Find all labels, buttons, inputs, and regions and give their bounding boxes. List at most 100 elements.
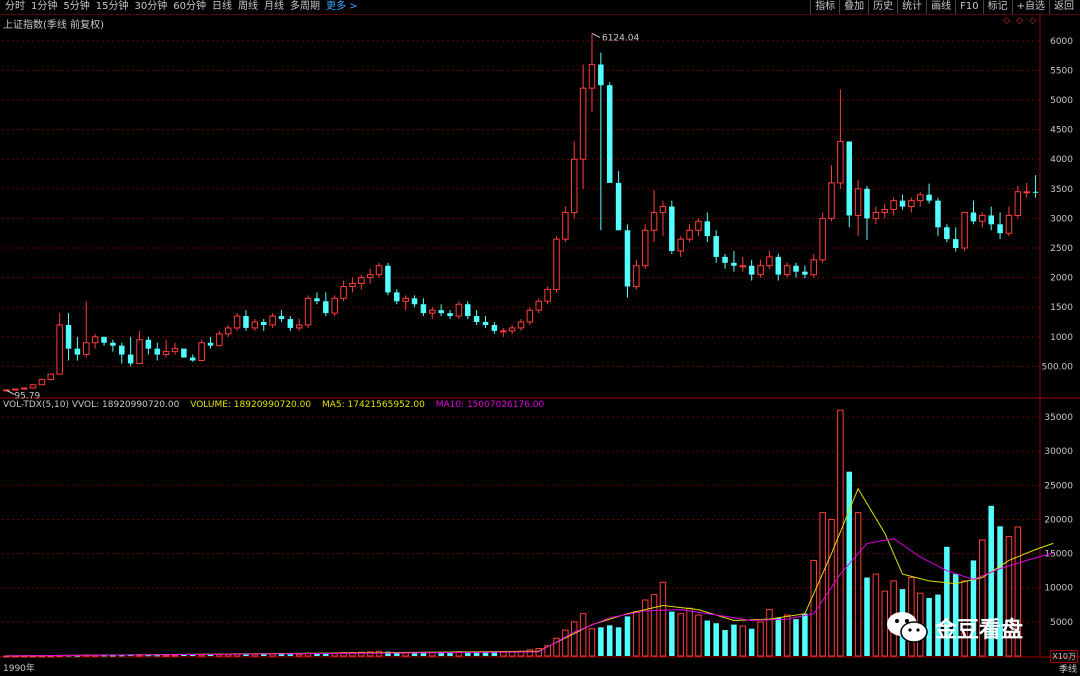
candle-body (677, 238, 684, 252)
kline-chart[interactable]: 500.00 1000 1500 2000 2500 3000 3500 4000 4500 50… (0, 0, 1080, 676)
candle-body (1023, 191, 1030, 194)
volume-bar (411, 653, 418, 656)
volume-bar (287, 654, 294, 656)
candle-body (686, 229, 693, 240)
candle-body (181, 348, 187, 358)
candle-body (340, 285, 347, 299)
price-tick-label: 2000 (1050, 274, 1073, 284)
volume-bar (615, 627, 622, 656)
candle-body (366, 274, 374, 279)
candle-body (908, 200, 915, 208)
candle-body (988, 215, 994, 225)
volume-bar (420, 652, 427, 656)
candle-body (837, 140, 844, 184)
volume-bar (633, 611, 640, 657)
candle-body (553, 238, 560, 290)
volume-bar (402, 652, 409, 657)
volume-bar (260, 654, 267, 656)
candle-body (127, 354, 134, 364)
watermark: 金豆看盘 (885, 610, 1023, 646)
candle-body (615, 182, 622, 231)
candle-body (189, 357, 196, 361)
candle-body (411, 298, 418, 305)
volume-bar (775, 617, 782, 656)
volume-bar (491, 652, 498, 656)
candle-body (251, 321, 259, 329)
candle-body (793, 265, 799, 272)
volume-bar (659, 581, 667, 657)
volume-bar (686, 607, 693, 657)
candle-body (802, 271, 808, 275)
candle-body (970, 212, 977, 222)
candle-body (916, 194, 924, 202)
candle-body (29, 384, 37, 389)
high-marker (591, 33, 601, 38)
volume-bar (429, 652, 436, 657)
volume-bar (251, 653, 259, 657)
candle-body (20, 387, 28, 390)
candle-body (526, 309, 534, 323)
price-tick-label: 4500 (1050, 126, 1073, 136)
candle-body (624, 230, 631, 287)
volume-bar (162, 654, 170, 657)
volume-bar (766, 609, 773, 657)
candle-body (854, 188, 862, 216)
price-tick-label: 3000 (1050, 214, 1073, 224)
candle-body (659, 206, 667, 213)
price-tick-label: 1500 (1050, 303, 1073, 313)
candle-body (110, 342, 116, 346)
volume-bar (562, 629, 569, 657)
candle-body (757, 265, 764, 276)
candle-body (926, 194, 932, 201)
candle-body (331, 297, 338, 314)
price-tick-label: 3500 (1050, 185, 1073, 195)
candle-body (704, 221, 711, 237)
volume-bar (278, 654, 285, 656)
candle-body (402, 297, 409, 302)
price-tick-label: 2500 (1050, 244, 1073, 254)
candle-body (766, 256, 773, 267)
candle-body (83, 342, 90, 356)
price-tick-label: 500.00 (1042, 362, 1074, 372)
candle-body (385, 265, 391, 293)
candle-body (819, 217, 826, 261)
candle-body (881, 209, 888, 213)
candle-body (979, 214, 986, 222)
candle-body (748, 265, 755, 275)
volume-bar (713, 623, 719, 656)
price-tick-label: 5500 (1050, 66, 1073, 76)
candle-body (260, 322, 267, 325)
candle-body (375, 265, 383, 276)
candle-body (944, 227, 950, 240)
volume-bar (323, 653, 329, 656)
x-axis-start-year: 1990年 (3, 664, 35, 674)
ma5-value: MA5: 17421565952.00 (321, 400, 425, 410)
volume-bar (677, 613, 684, 657)
volume-value: VOLUME: 18920990720.00 (190, 400, 312, 410)
candle-body (65, 324, 72, 349)
volume-bar (650, 594, 658, 657)
volume-bar (624, 616, 631, 656)
candle-body (216, 333, 223, 347)
volume-bar (783, 614, 791, 657)
price-tick-label: 1000 (1050, 333, 1073, 343)
volume-bar (669, 611, 675, 656)
volume-bar (739, 625, 747, 657)
candle-body (438, 310, 444, 314)
period-label: 季线 (1058, 665, 1077, 675)
price-tick-label: 4000 (1050, 155, 1073, 165)
candle-body (12, 388, 19, 391)
candle-body (783, 265, 791, 276)
candle-body (304, 297, 312, 326)
volume-bar (500, 651, 507, 657)
volume-bar (154, 655, 161, 657)
volume-indicator-name: VOL-TDX(5,10) VVOL: 18920990720.00 (3, 400, 180, 410)
volume-bar (598, 627, 604, 656)
volume-bar (189, 655, 196, 657)
candle-body (491, 324, 498, 331)
candle-body (695, 220, 702, 231)
candle-body (1014, 191, 1022, 216)
price-tick-label: 5000 (1050, 96, 1073, 106)
candle-body (872, 211, 880, 219)
candle-body (739, 265, 747, 268)
